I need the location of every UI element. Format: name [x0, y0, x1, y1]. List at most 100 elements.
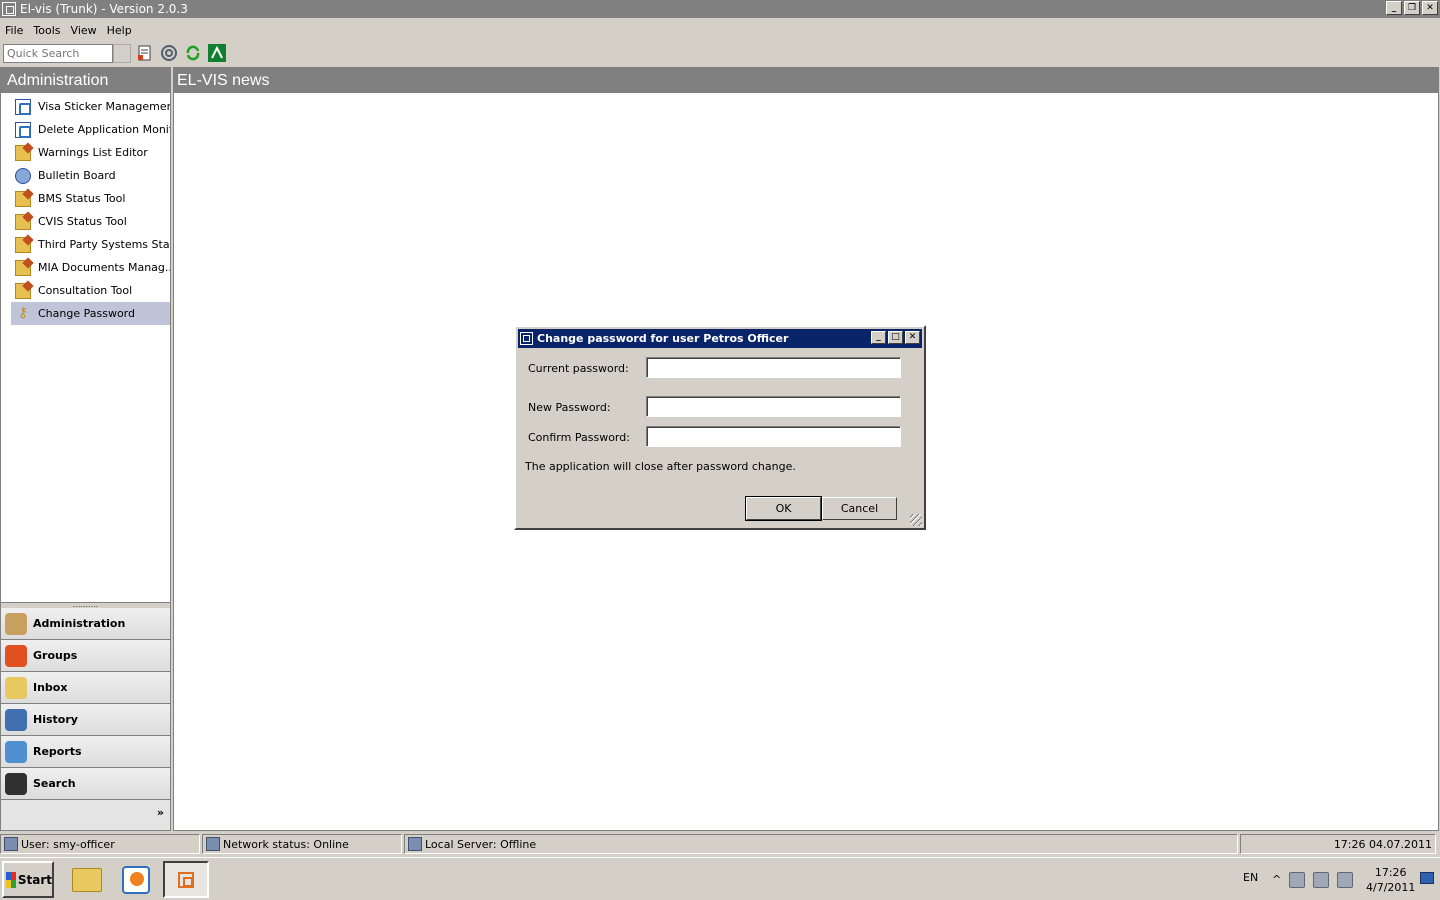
section-reports[interactable]: Reports: [1, 736, 170, 768]
quick-search-button[interactable]: [113, 43, 131, 63]
windows-logo-icon: [6, 871, 16, 888]
taskbar-elvis-app[interactable]: [163, 861, 209, 898]
status-network: Network status: Online: [202, 834, 402, 854]
section-groups[interactable]: Groups: [1, 640, 170, 672]
section-history[interactable]: History: [1, 704, 170, 736]
nav-item-third-party[interactable]: Third Party Systems Sta...: [11, 233, 170, 256]
status-server: Local Server: Offline: [404, 834, 1238, 854]
edit-icon: [15, 190, 31, 207]
new-password-label: New Password:: [528, 401, 611, 414]
blue-form-icon: [15, 121, 31, 138]
resize-grip-icon[interactable]: [910, 514, 922, 526]
edit-icon: [15, 259, 31, 276]
confirm-password-input[interactable]: [646, 426, 901, 447]
edit-icon: [15, 236, 31, 253]
chevron-double-down-icon[interactable]: »: [157, 806, 164, 819]
minimize-icon[interactable]: _: [871, 331, 886, 344]
nav-item-warnings-list[interactable]: Warnings List Editor: [11, 141, 170, 164]
nav-item-bms-status[interactable]: BMS Status Tool: [11, 187, 170, 210]
menu-file[interactable]: File: [0, 24, 28, 37]
taskbar-clock[interactable]: 17:26 4/7/2011: [1366, 865, 1415, 895]
nav-item-bulletin-board[interactable]: Bulletin Board: [11, 164, 170, 187]
blue-form-icon: [15, 98, 31, 115]
dialog-note: The application will close after passwor…: [525, 460, 796, 473]
current-password-input[interactable]: [646, 357, 901, 378]
app-icon: [520, 332, 533, 345]
window-title: El-vis (Trunk) - Version 2.0.3: [20, 2, 188, 16]
current-password-label: Current password:: [528, 362, 629, 375]
binoculars-icon: [5, 772, 27, 795]
dialog-titlebar[interactable]: Change password for user Petros Officer: [518, 329, 922, 348]
maximize-icon[interactable]: □: [888, 331, 903, 344]
edit-icon: [15, 213, 31, 230]
status-bar: User: smy-officer Network status: Online…: [0, 834, 1440, 855]
window-controls: _ ❐ ✕: [1386, 1, 1438, 15]
cancel-button[interactable]: Cancel: [822, 497, 897, 520]
user-icon: [4, 837, 18, 851]
media-player-icon: [122, 865, 150, 894]
section-administration[interactable]: Administration: [1, 608, 170, 640]
close-icon[interactable]: ✕: [1422, 1, 1438, 15]
section-inbox[interactable]: Inbox: [1, 672, 170, 704]
menu-view[interactable]: View: [66, 24, 102, 37]
taskbar: Start EN ^ 17:26 4/7/2011: [0, 857, 1440, 900]
globe-icon: [15, 167, 31, 184]
toolbar: [0, 41, 1440, 65]
start-button[interactable]: Start: [2, 861, 54, 898]
section-switcher: Administration Groups Inbox History Repo…: [1, 608, 170, 830]
tray-expand-icon[interactable]: ^: [1272, 873, 1281, 886]
nav-item-visa-sticker[interactable]: Visa Sticker Management: [11, 95, 170, 118]
section-search[interactable]: Search: [1, 768, 170, 800]
key-icon: ⚷: [17, 304, 29, 321]
status-user: User: smy-officer: [0, 834, 200, 854]
nav-item-mia-documents[interactable]: MIA Documents Manag...: [11, 256, 170, 279]
action-center-icon[interactable]: [1289, 871, 1306, 888]
network-icon: [206, 837, 220, 851]
confirm-password-label: Confirm Password:: [528, 431, 630, 444]
spiral-icon[interactable]: [159, 43, 179, 63]
taskbar-media-player[interactable]: [113, 861, 159, 898]
restore-icon[interactable]: ❐: [1404, 1, 1420, 15]
dialog-window-controls: _ □ ✕: [871, 331, 920, 344]
server-icon: [408, 837, 422, 851]
app-icon: [178, 871, 194, 888]
system-tray: ^: [1268, 861, 1368, 898]
new-password-input[interactable]: [646, 396, 901, 417]
admin-tool-list: Visa Sticker Management Delete Applicati…: [1, 93, 170, 325]
edit-icon: [15, 144, 31, 161]
history-icon: [5, 708, 27, 731]
menu-help[interactable]: Help: [102, 24, 137, 37]
inbox-icon: [5, 676, 27, 699]
ok-button[interactable]: OK: [745, 496, 822, 521]
edit-icon: [15, 282, 31, 299]
show-desktop-icon[interactable]: [1420, 872, 1434, 884]
folder-icon: [72, 867, 102, 892]
status-datetime: 17:26 04.07.2011: [1240, 834, 1436, 854]
nav-item-change-password[interactable]: ⚷ Change Password: [11, 302, 170, 325]
exit-icon[interactable]: [207, 43, 227, 63]
groups-icon: [5, 644, 27, 667]
menu-bar: File Tools View Help: [0, 20, 137, 40]
dialog-title: Change password for user Petros Officer: [537, 332, 789, 345]
reports-icon: [5, 740, 27, 763]
menu-tools[interactable]: Tools: [28, 24, 65, 37]
taskbar-explorer[interactable]: [64, 861, 110, 898]
quick-search-input[interactable]: [3, 43, 113, 63]
volume-icon[interactable]: [1337, 871, 1354, 888]
admin-icon: [5, 612, 27, 635]
language-indicator[interactable]: EN: [1243, 871, 1258, 884]
minimize-icon[interactable]: _: [1386, 1, 1402, 15]
change-password-dialog: Change password for user Petros Officer …: [514, 325, 926, 530]
nav-item-delete-application[interactable]: Delete Application Monit...: [11, 118, 170, 141]
nav-item-cvis-status[interactable]: CVIS Status Tool: [11, 210, 170, 233]
refresh-icon[interactable]: [183, 43, 203, 63]
network-tray-icon[interactable]: [1313, 871, 1330, 888]
panel-title: Administration: [1, 68, 170, 93]
report-icon[interactable]: [135, 43, 155, 63]
nav-item-consultation[interactable]: Consultation Tool: [11, 279, 170, 302]
app-icon: [2, 2, 16, 16]
close-icon[interactable]: ✕: [905, 331, 920, 344]
main-title: EL-VIS news: [174, 68, 1438, 93]
section-overflow: »: [1, 800, 170, 830]
window-titlebar[interactable]: El-vis (Trunk) - Version 2.0.3 _ ❐ ✕: [0, 0, 1440, 18]
